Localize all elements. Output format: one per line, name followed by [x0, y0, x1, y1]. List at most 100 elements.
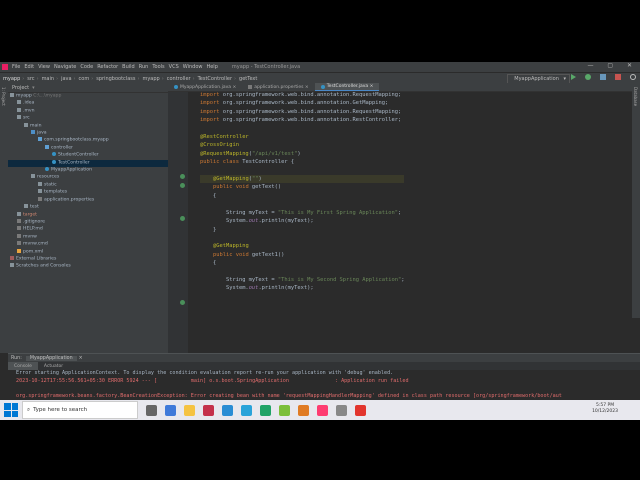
code-line[interactable]: @RestController: [200, 133, 404, 141]
run-config-tab[interactable]: MyappApplication: [25, 355, 77, 361]
close-icon[interactable]: ×: [370, 84, 374, 89]
android-studio-icon[interactable]: [279, 404, 290, 416]
tab-myapp-application[interactable]: MyappApplication.java ×: [168, 83, 242, 91]
tree-item[interactable]: myapp C:\...\myapp: [8, 93, 168, 100]
tree-item[interactable]: static: [8, 181, 168, 189]
tree-item[interactable]: templates: [8, 189, 168, 196]
edge-icon[interactable]: [165, 404, 176, 416]
breadcrumb-item[interactable]: TestController: [198, 76, 232, 82]
tree-item[interactable]: application.properties: [8, 196, 168, 204]
debug-icon[interactable]: [585, 74, 591, 80]
tree-item[interactable]: pom.xml: [8, 248, 168, 256]
tree-item[interactable]: test: [8, 204, 168, 211]
tree-item[interactable]: java: [8, 130, 168, 137]
excel-icon[interactable]: [260, 404, 271, 416]
code-line[interactable]: import org.springframework.web.bind.anno…: [200, 108, 404, 116]
intellij-icon[interactable]: [317, 404, 328, 416]
system-clock[interactable]: 5:57 PM 10/12/2023: [592, 403, 618, 415]
code-line[interactable]: String myText = "This is My Second Sprin…: [200, 276, 405, 284]
project-panel-title[interactable]: Project: [12, 85, 29, 91]
code-line[interactable]: @CrossOrigin: [200, 141, 404, 149]
tree-item[interactable]: target: [8, 211, 168, 219]
menu-vcs[interactable]: VCS: [169, 64, 179, 70]
spring-bean-icon[interactable]: [180, 174, 185, 179]
menu-edit[interactable]: Edit: [24, 64, 34, 70]
code-line[interactable]: public void getText(): [200, 183, 404, 191]
code-line[interactable]: [200, 167, 404, 175]
tree-item[interactable]: com.springbootclass.myapp: [8, 137, 168, 144]
menu-window[interactable]: Window: [183, 64, 203, 70]
menu-help[interactable]: Help: [206, 64, 217, 70]
close-icon[interactable]: ×: [79, 356, 83, 361]
code-line[interactable]: @RequestMapping("/api/v1/test"): [200, 150, 404, 158]
menu-build[interactable]: Build: [122, 64, 135, 70]
tree-item[interactable]: resources: [8, 174, 168, 181]
tree-item[interactable]: TestController: [8, 159, 168, 168]
tab-application-properties[interactable]: application.properties ×: [242, 83, 314, 91]
code-line[interactable]: {: [200, 192, 404, 200]
tab-test-controller[interactable]: TestController.java ×: [314, 83, 380, 91]
breadcrumb-item[interactable]: springbootclass: [96, 76, 135, 82]
file-explorer-icon[interactable]: [184, 404, 195, 416]
close-icon[interactable]: ×: [232, 85, 236, 90]
tree-item[interactable]: mvnw: [8, 233, 168, 241]
code-line[interactable]: {: [200, 259, 404, 267]
recorder-icon[interactable]: [355, 404, 366, 416]
code-line[interactable]: import org.springframework.web.bind.anno…: [200, 116, 404, 124]
code-line[interactable]: public class TestController {: [200, 158, 404, 166]
code-line[interactable]: }: [200, 226, 404, 234]
taskbar-search-input[interactable]: ⌕ Type here to search: [22, 401, 138, 419]
code-line[interactable]: import org.springframework.web.bind.anno…: [200, 99, 404, 107]
tree-item[interactable]: .gitignore: [8, 218, 168, 226]
breadcrumb-item[interactable]: getText: [239, 76, 257, 82]
tree-item[interactable]: StudentController: [8, 152, 168, 159]
tree-item[interactable]: mvnw.cmd: [8, 241, 168, 248]
tree-item[interactable]: .mvn: [8, 107, 168, 115]
tab-console[interactable]: Console: [8, 362, 38, 370]
menu-code[interactable]: Code: [80, 64, 93, 70]
breadcrumb-item[interactable]: com: [79, 76, 90, 82]
code-line[interactable]: [200, 125, 404, 133]
menu-refactor[interactable]: Refactor: [97, 64, 118, 70]
code-line[interactable]: [200, 200, 404, 208]
menu-run[interactable]: Run: [139, 64, 149, 70]
menu-tools[interactable]: Tools: [152, 64, 164, 70]
code-line[interactable]: String myText = "This is My First Spring…: [200, 209, 404, 217]
spring-endpoint-icon[interactable]: [180, 300, 185, 305]
project-tool-button[interactable]: 1: Project: [1, 87, 6, 106]
tab-actuator[interactable]: Actuator: [38, 362, 69, 370]
office-icon[interactable]: [203, 404, 214, 416]
breadcrumb-item[interactable]: src: [27, 76, 34, 82]
code-line[interactable]: [200, 234, 404, 242]
menu-view[interactable]: View: [38, 64, 50, 70]
task-view-icon[interactable]: [146, 404, 157, 416]
notepad-icon[interactable]: [336, 404, 347, 416]
breadcrumb-item[interactable]: main: [42, 76, 55, 82]
tree-item[interactable]: MyappApplication: [8, 167, 168, 174]
spring-bean-icon[interactable]: [180, 183, 185, 188]
store-icon[interactable]: [222, 404, 233, 416]
menu-file[interactable]: File: [12, 64, 20, 70]
breadcrumb-item[interactable]: java: [61, 76, 71, 82]
windows-start-icon[interactable]: [4, 403, 18, 417]
tree-item[interactable]: External Libraries: [8, 255, 168, 263]
code-area[interactable]: import org.springframework.web.bind.anno…: [200, 91, 405, 293]
word-icon[interactable]: [241, 404, 252, 416]
window-controls[interactable]: — ▢ ✕: [587, 62, 638, 69]
code-line[interactable]: System.out.println(myText);: [200, 284, 404, 292]
database-tool-button[interactable]: Database: [633, 87, 638, 106]
run-icon[interactable]: [571, 74, 576, 80]
tree-item[interactable]: src: [8, 115, 168, 122]
tree-item[interactable]: controller: [8, 144, 168, 152]
chevron-down-icon[interactable]: ▾: [32, 85, 35, 91]
tree-item[interactable]: HELP.md: [8, 226, 168, 233]
coverage-icon[interactable]: [600, 74, 606, 80]
code-line[interactable]: [200, 268, 404, 276]
close-icon[interactable]: ×: [305, 85, 309, 90]
tree-item[interactable]: .idea: [8, 100, 168, 107]
tree-item[interactable]: main: [8, 122, 168, 130]
menu-navigate[interactable]: Navigate: [54, 64, 76, 70]
spring-endpoint-icon[interactable]: [180, 216, 185, 221]
code-line[interactable]: public void getText1(): [200, 251, 404, 259]
vlc-icon[interactable]: [298, 404, 309, 416]
